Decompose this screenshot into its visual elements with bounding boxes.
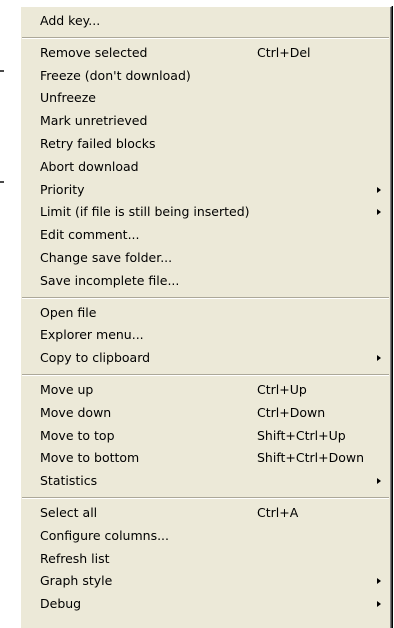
menu-item-label: Statistics — [40, 473, 98, 489]
menu-item-label: Move to bottom — [40, 450, 140, 466]
menu-item-move-to-bottom[interactable]: Move to bottom Shift+Ctrl+Down — [21, 447, 391, 470]
menu-item-shortcut: Shift+Ctrl+Down — [257, 450, 365, 466]
menu-item-label: Save incomplete file... — [40, 272, 180, 288]
menu-item-explorer-menu[interactable]: Explorer menu... — [21, 324, 391, 347]
menu-item-edit-comment[interactable]: Edit comment... — [21, 224, 391, 247]
context-menu: Add key... Remove selected Ctrl+Del Freeze … — [20, 6, 392, 628]
submenu-arrow-icon — [377, 186, 381, 193]
menu-item-label: Abort download — [40, 158, 139, 174]
menu-item-label: Edit comment... — [40, 227, 140, 243]
menu-item-add-key[interactable]: Add key... — [21, 10, 391, 33]
menu-item-label: Configure columns... — [40, 527, 170, 543]
menu-item-select-all[interactable]: Select all Ctrl+A — [21, 502, 391, 525]
menu-item-priority[interactable]: Priority — [21, 179, 391, 202]
menu-item-label: Change save folder... — [40, 249, 173, 265]
menu-item-statistics[interactable]: Statistics — [21, 470, 391, 493]
submenu-arrow-icon — [377, 601, 381, 608]
menu-item-label: Limit (if file is still being inserted) — [40, 204, 250, 220]
menu-item-save-incomplete-file[interactable]: Save incomplete file... — [21, 270, 391, 293]
menu-item-copy-to-clipboard[interactable]: Copy to clipboard — [21, 347, 391, 370]
menu-separator — [21, 33, 391, 42]
menu-item-label: Freeze (don't download) — [40, 67, 191, 83]
menu-item-label: Refresh list — [40, 550, 110, 566]
menu-item-label: Move down — [40, 404, 112, 420]
menu-item-mark-unretrieved[interactable]: Mark unretrieved — [21, 110, 391, 133]
menu-item-label: Retry failed blocks — [40, 135, 156, 151]
menu-item-move-down[interactable]: Move down Ctrl+Down — [21, 402, 391, 425]
menu-item-label: Priority — [40, 181, 85, 197]
menu-item-label: Add key... — [40, 13, 101, 28]
menu-item-shortcut: Ctrl+A — [257, 504, 299, 520]
menu-item-unfreeze[interactable]: Unfreeze — [21, 87, 391, 110]
menu-separator — [21, 293, 391, 302]
menu-item-label: Unfreeze — [40, 90, 96, 106]
menu-item-label: Graph style — [40, 573, 113, 589]
menu-item-label: Remove selected — [40, 44, 148, 60]
menu-item-move-up[interactable]: Move up Ctrl+Up — [21, 379, 391, 402]
menu-item-label: Select all — [40, 504, 98, 520]
menu-item-shortcut: Ctrl+Del — [257, 44, 311, 60]
menu-item-remove-selected[interactable]: Remove selected Ctrl+Del — [21, 42, 391, 65]
menu-item-move-to-top[interactable]: Move to top Shift+Ctrl+Up — [21, 425, 391, 448]
menu-item-label: Explorer menu... — [40, 327, 144, 343]
menu-item-label: Copy to clipboard — [40, 350, 151, 366]
menu-item-configure-columns[interactable]: Configure columns... — [21, 525, 391, 548]
menu-item-abort-download[interactable]: Abort download — [21, 156, 391, 179]
menu-item-limit-if-file-is-still-being-inserted[interactable]: Limit (if file is still being inserted) — [21, 201, 391, 224]
menu-item-freeze-don-t-download[interactable]: Freeze (don't download) — [21, 65, 391, 88]
menu-item-label: Move to top — [40, 427, 115, 443]
menu-separator — [21, 493, 391, 502]
menu-separator — [21, 370, 391, 379]
submenu-arrow-icon — [377, 209, 381, 216]
menu-item-label: Open file — [40, 304, 97, 320]
background-window-edge — [0, 0, 20, 628]
menu-item-shortcut: Ctrl+Up — [257, 381, 307, 397]
menu-item-debug[interactable]: Debug — [21, 593, 391, 616]
menu-item-change-save-folder[interactable]: Change save folder... — [21, 247, 391, 270]
menu-item-graph-style[interactable]: Graph style — [21, 570, 391, 593]
menu-item-retry-failed-blocks[interactable]: Retry failed blocks — [21, 133, 391, 156]
background-mark — [0, 70, 4, 72]
submenu-arrow-icon — [377, 478, 381, 485]
background-mark — [0, 181, 4, 183]
submenu-arrow-icon — [377, 578, 381, 585]
menu-item-refresh-list[interactable]: Refresh list — [21, 548, 391, 571]
menu-item-label: Mark unretrieved — [40, 113, 148, 129]
menu-item-label: Debug — [40, 596, 82, 612]
menu-item-shortcut: Ctrl+Down — [257, 404, 326, 420]
menu-item-open-file[interactable]: Open file — [21, 302, 391, 325]
submenu-arrow-icon — [377, 355, 381, 362]
menu-item-shortcut: Shift+Ctrl+Up — [257, 427, 346, 443]
menu-item-label: Move up — [40, 381, 94, 397]
